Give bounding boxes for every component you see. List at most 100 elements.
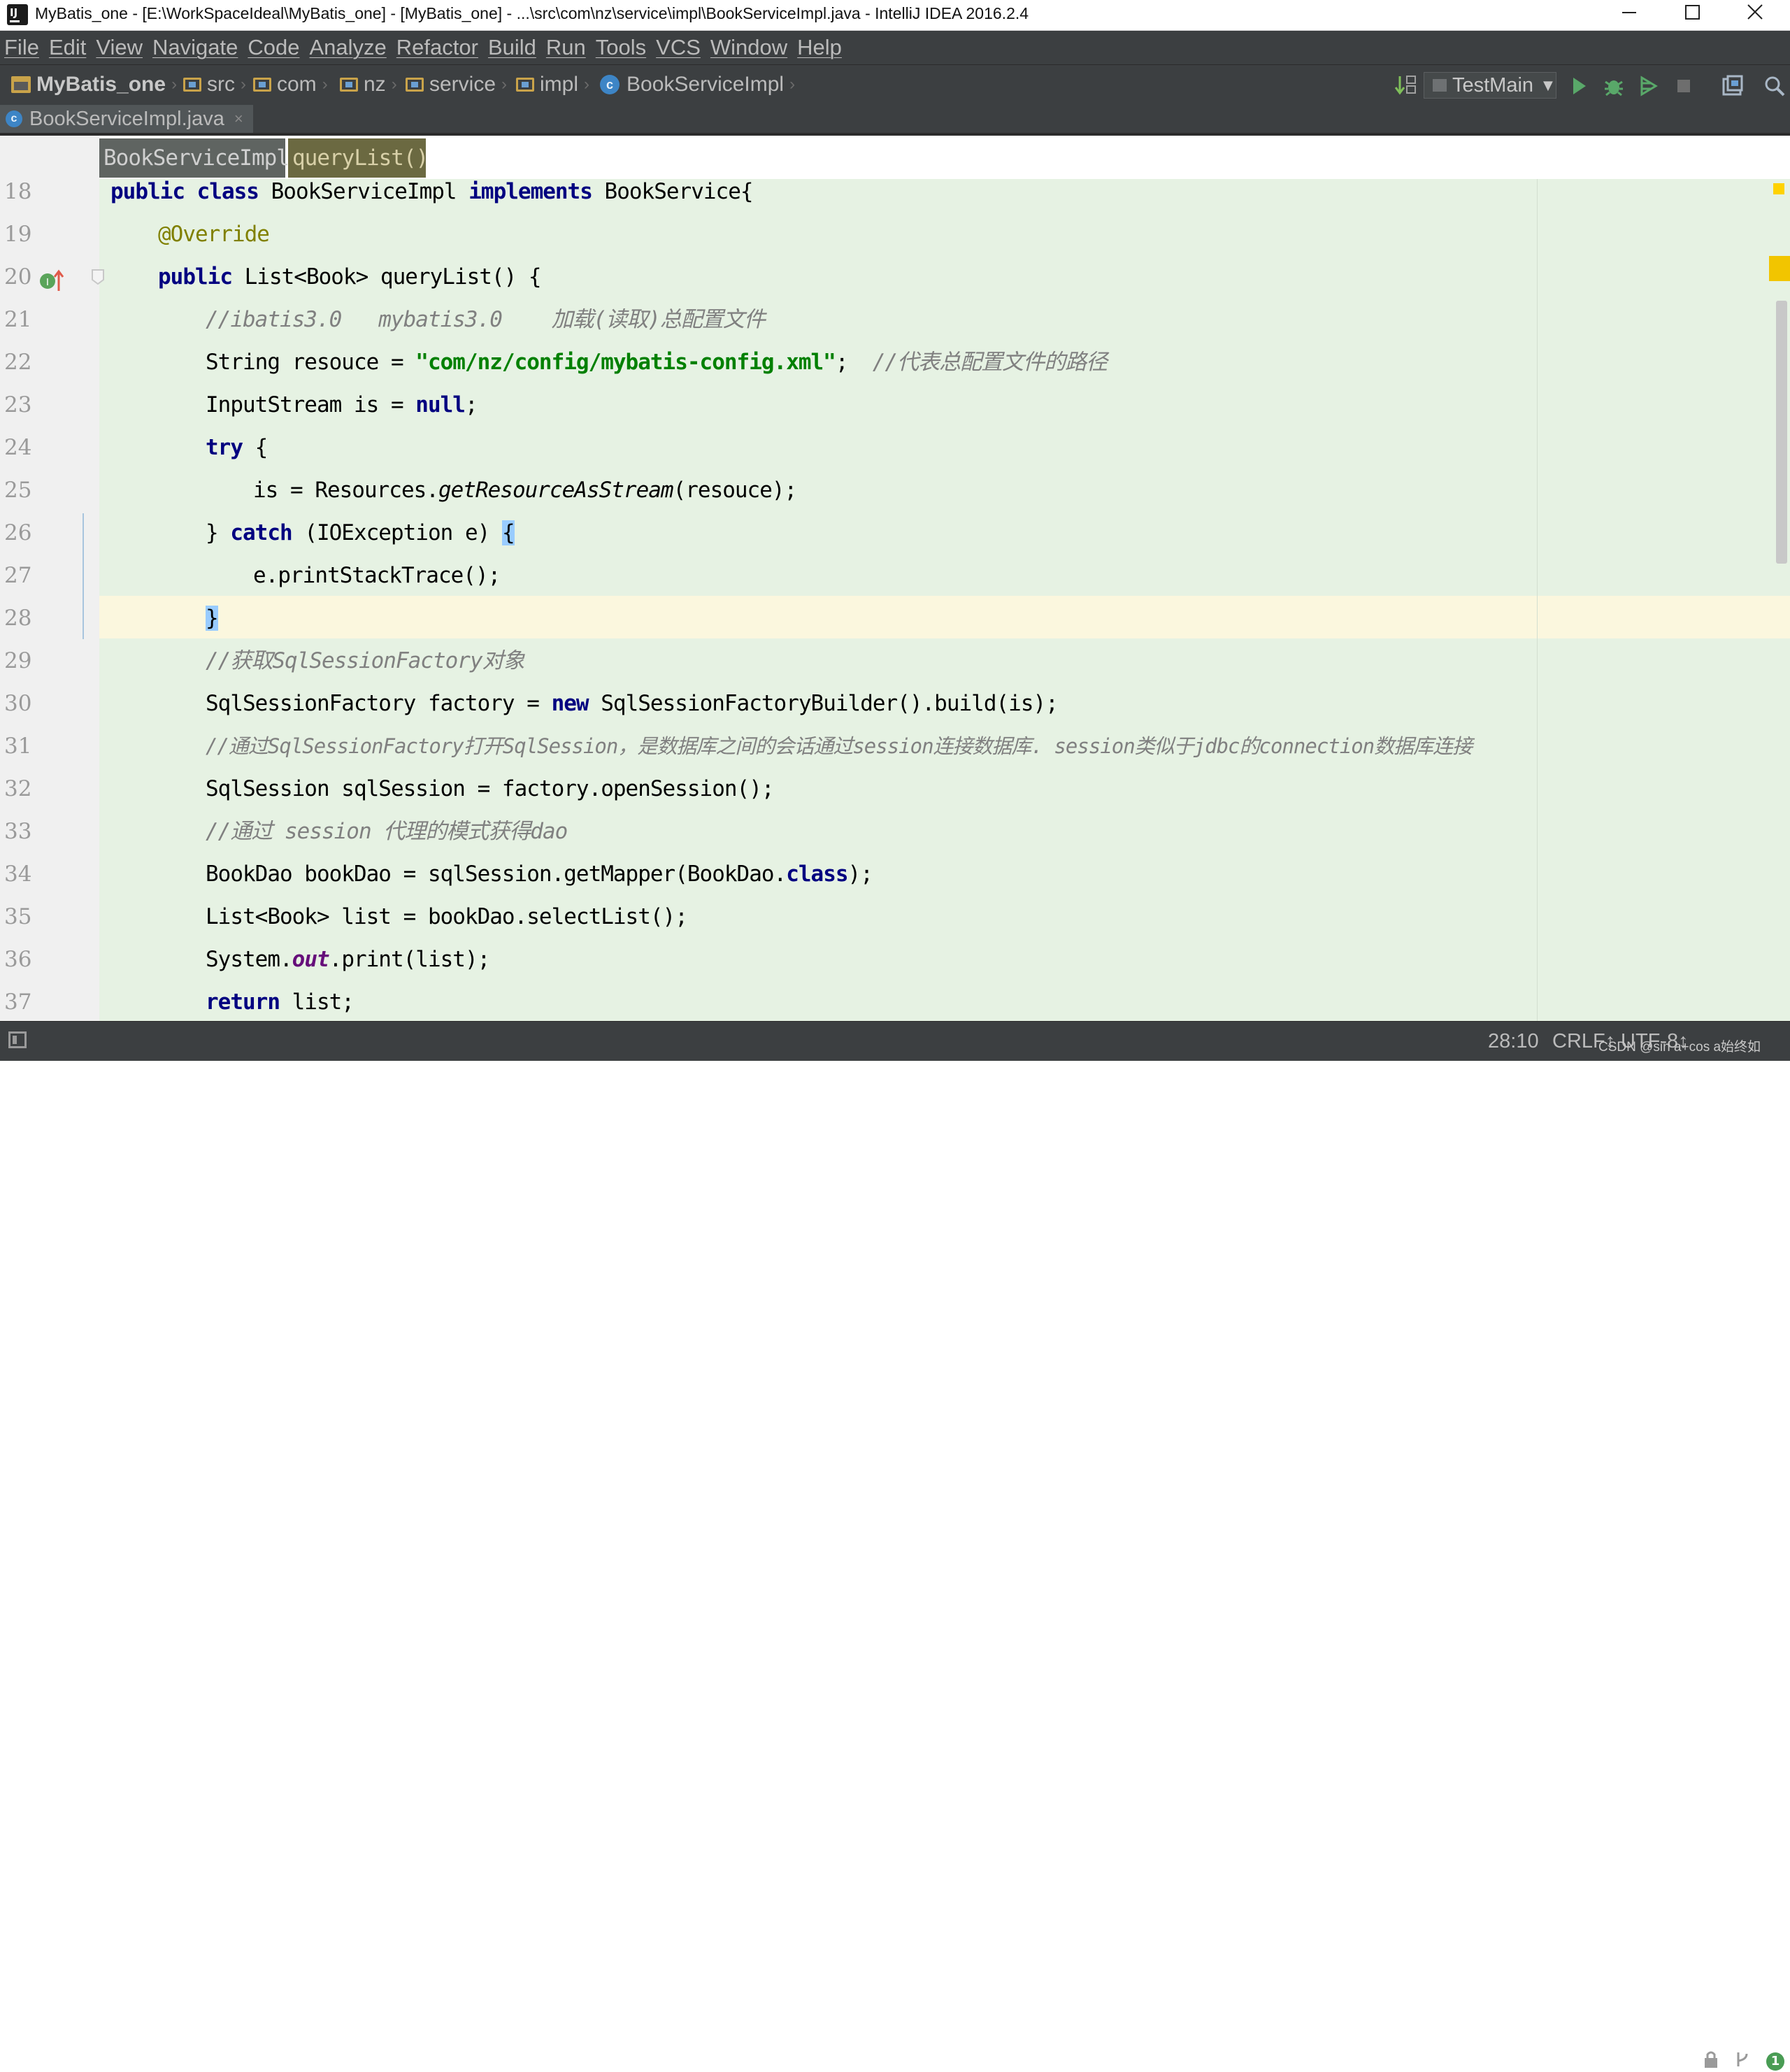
code-line-34[interactable]: BookDao bookDao = sqlSession.getMapper(B… <box>206 853 873 896</box>
minimize-button[interactable] <box>1601 0 1657 27</box>
line-number: 21 <box>4 307 32 332</box>
search-icon <box>1765 76 1785 97</box>
close-window-button[interactable] <box>1727 0 1783 27</box>
fold-range-indicator <box>83 513 84 639</box>
line-number: 22 <box>4 350 32 375</box>
line-number: 20 <box>4 264 32 290</box>
code-line-30[interactable]: SqlSessionFactory factory = new SqlSessi… <box>206 683 1059 725</box>
code-line-26[interactable]: } catch (IOException e) { <box>206 512 515 555</box>
window-title: MyBatis_one - [E:\WorkSpaceIdeal\MyBatis… <box>35 4 1029 22</box>
folder-icon <box>253 78 271 92</box>
code-line-29[interactable]: //获取SqlSessionFactory对象 <box>206 640 525 683</box>
code-line-21[interactable]: //ibatis3.0 mybatis3.0 加载(读取)总配置文件 <box>206 299 766 341</box>
inspection-status-icon[interactable] <box>1769 256 1790 281</box>
editor-tab-bar: c BookServiceImpl.java × <box>0 105 1790 136</box>
nav-crumb-src[interactable]: src › <box>183 71 250 99</box>
run-toolbar: TestMain ▼ <box>1391 71 1790 101</box>
menu-analyze[interactable]: Analyze <box>309 35 386 60</box>
line-number: 18 <box>4 179 32 204</box>
project-structure-button[interactable] <box>1720 73 1745 99</box>
menu-file[interactable]: File <box>4 35 39 60</box>
line-number: 33 <box>4 819 32 844</box>
line-number: 35 <box>4 904 32 929</box>
nav-crumb-com[interactable]: com › <box>253 71 332 99</box>
code-line-22[interactable]: String resouce = "com/nz/config/mybatis-… <box>206 341 1108 384</box>
git-branch-icon[interactable] <box>1734 2050 1751 2069</box>
code-line-32[interactable]: SqlSession sqlSession = factory.openSess… <box>206 768 775 810</box>
menu-view[interactable]: View <box>96 35 143 60</box>
line-number: 24 <box>4 435 32 460</box>
menu-refactor[interactable]: Refactor <box>396 35 478 60</box>
code-line-37[interactable]: return list; <box>206 981 355 1024</box>
close-tab-icon[interactable]: × <box>234 110 243 128</box>
debug-button[interactable] <box>1601 73 1626 99</box>
maximize-button[interactable] <box>1664 0 1720 27</box>
crumb-separator-icon: › <box>241 75 246 94</box>
vertical-scrollbar[interactable] <box>1776 301 1787 564</box>
menu-tools[interactable]: Tools <box>596 35 646 60</box>
code-line-20[interactable]: public List<Book> queryList() { <box>158 256 542 299</box>
line-number: 32 <box>4 776 32 801</box>
code-line-24[interactable]: try { <box>206 427 268 469</box>
warning-stripe-marker[interactable] <box>1773 183 1784 194</box>
caret-position[interactable]: 28:10 <box>1488 1027 1539 1055</box>
implements-method-icon[interactable]: I <box>38 267 66 292</box>
minimize-icon <box>1622 12 1636 13</box>
crumb-separator-icon: › <box>584 75 590 94</box>
code-line-35[interactable]: List<Book> list = bookDao.selectList(); <box>206 896 688 938</box>
line-number: 34 <box>4 862 32 887</box>
matched-brace: } <box>206 606 219 631</box>
project-folder-icon <box>11 76 31 93</box>
run-configuration-select[interactable]: TestMain ▼ <box>1424 72 1556 99</box>
event-log-badge[interactable]: 1 <box>1766 2052 1784 2071</box>
line-number: 30 <box>4 691 32 716</box>
run-button[interactable] <box>1566 73 1591 99</box>
run-with-coverage-button[interactable] <box>1636 73 1661 99</box>
code-line-28[interactable]: } <box>206 597 219 640</box>
menu-build[interactable]: Build <box>488 35 536 60</box>
fold-toggle-icon[interactable] <box>91 269 105 285</box>
tab-bookserviceimpl[interactable]: c BookServiceImpl.java × <box>0 105 253 133</box>
code-line-27[interactable]: e.printStackTrace(); <box>253 555 501 597</box>
folder-icon <box>516 78 534 92</box>
menu-window[interactable]: Window <box>710 35 787 60</box>
nav-crumb-class[interactable]: c BookServiceImpl › <box>600 71 799 99</box>
nav-crumb-service[interactable]: service › <box>406 71 511 99</box>
menu-help[interactable]: Help <box>797 35 842 60</box>
folder-icon <box>406 78 424 92</box>
tool-windows-toggle-icon[interactable] <box>8 1031 27 1048</box>
code-line-36[interactable]: System.out.print(list); <box>206 938 490 981</box>
folder-icon <box>183 78 201 92</box>
menu-code[interactable]: Code <box>248 35 299 60</box>
project-structure-icon <box>1722 75 1743 96</box>
code-line-23[interactable]: InputStream is = null; <box>206 384 478 427</box>
menu-vcs[interactable]: VCS <box>656 35 701 60</box>
crumb-separator-icon: › <box>171 75 178 94</box>
nav-crumb-project[interactable]: MyBatis_one › <box>11 71 181 99</box>
stop-button[interactable] <box>1671 73 1696 99</box>
status-bar: 28:10 CRLF↕ UTF-8↕ 1 <box>0 1021 1790 2071</box>
line-number: 26 <box>4 520 32 545</box>
window-title-bar: IJ MyBatis_one - [E:\WorkSpaceIdeal\MyBa… <box>0 0 1790 31</box>
line-number: 36 <box>4 947 32 972</box>
menu-edit[interactable]: Edit <box>49 35 86 60</box>
crumb-separator-icon: › <box>789 75 796 94</box>
code-line-18[interactable]: public class BookServiceImpl implements … <box>110 171 754 213</box>
class-icon: c <box>600 75 620 94</box>
csdn-watermark: CSDN @sin a+cos a始终如 <box>1598 1040 1761 1055</box>
make-project-icon[interactable] <box>1394 73 1418 97</box>
nav-crumb-impl[interactable]: impl › <box>516 71 594 99</box>
menu-navigate[interactable]: Navigate <box>152 35 238 60</box>
nav-crumb-nz[interactable]: nz › <box>340 71 401 99</box>
code-line-25[interactable]: is = Resources.getResourceAsStream(resou… <box>253 469 797 512</box>
lock-icon[interactable] <box>1703 2050 1719 2069</box>
line-number: 29 <box>4 648 32 673</box>
coverage-icon <box>1640 76 1658 97</box>
intellij-app-icon: IJ <box>7 4 28 25</box>
navigation-bar: MyBatis_one › src › com › nz › service ›… <box>0 64 1790 105</box>
search-everywhere-button[interactable] <box>1762 73 1787 99</box>
code-line-19[interactable]: @Override <box>158 213 270 256</box>
menu-run[interactable]: Run <box>546 35 586 60</box>
code-line-33[interactable]: //通过 session 代理的模式获得dao <box>206 810 568 853</box>
code-line-31[interactable]: //通过SqlSessionFactory打开SqlSession，是数据库之间… <box>206 725 1473 768</box>
